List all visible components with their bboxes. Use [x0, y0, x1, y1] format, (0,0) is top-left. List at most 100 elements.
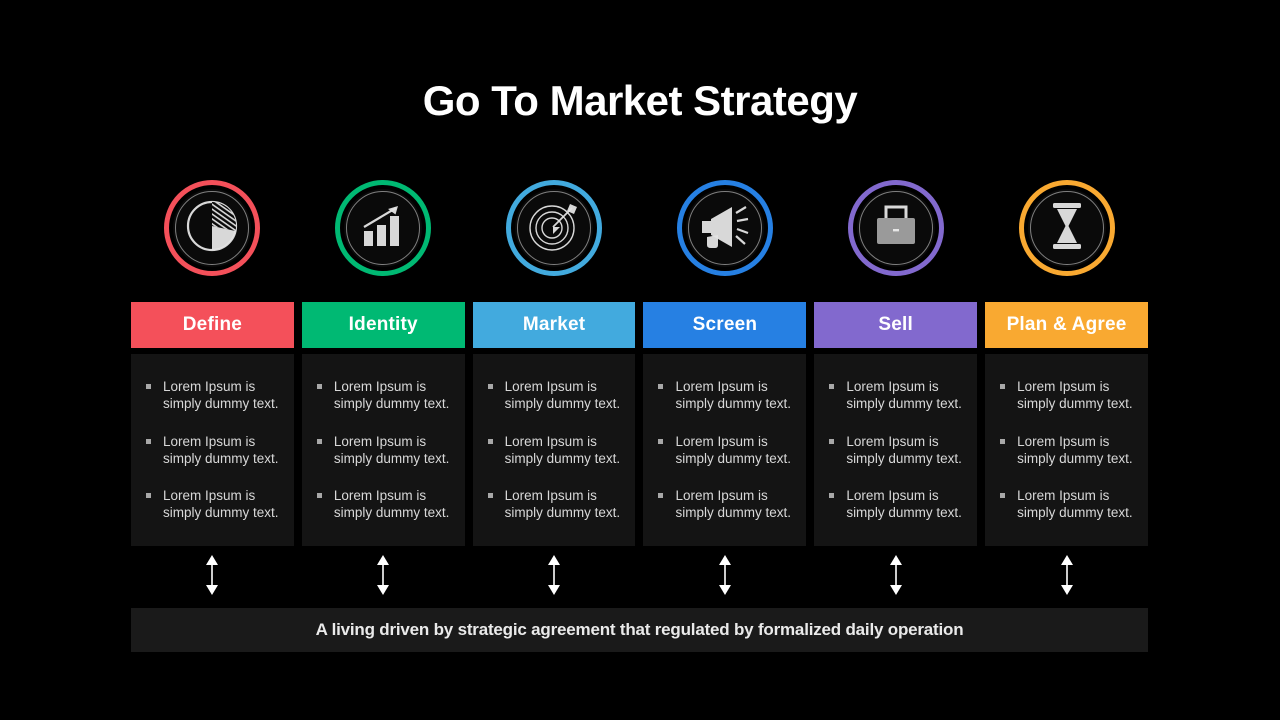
- icon-wrapper: [814, 176, 977, 280]
- briefcase-icon: [873, 204, 919, 253]
- page-title: Go To Market Strategy: [422, 77, 858, 124]
- strategy-column: Define Lorem Ipsum is simply dummy text. L…: [131, 176, 294, 608]
- square-bullet-icon: [829, 384, 835, 389]
- square-bullet-icon: [487, 493, 493, 499]
- step-icon-badge[interactable]: [847, 180, 944, 276]
- list-item: Lorem Ipsum is simply dummy text.: [487, 433, 626, 468]
- double-arrow-vertical-icon: [888, 554, 904, 600]
- strategy-column: Identity Lorem Ipsum is simply dummy text…: [301, 176, 465, 608]
- square-bullet-icon: [487, 384, 493, 389]
- strategy-column: Sell Lorem Ipsum is simply dummy text. Lor…: [814, 176, 978, 608]
- double-arrow-vertical-icon: [1059, 554, 1075, 600]
- step-icon-badge[interactable]: [676, 180, 773, 276]
- connector-wrapper: [473, 546, 636, 608]
- bullet-list: Lorem Ipsum is simply dummy text. Lorem I…: [657, 378, 796, 522]
- pie-chart-icon: [185, 199, 239, 258]
- list-item-text: Lorem Ipsum is simply dummy text.: [504, 379, 621, 412]
- banner-text: A living driven by strategic agreement t…: [315, 620, 964, 639]
- connector-wrapper: [131, 546, 294, 608]
- square-bullet-icon: [1000, 384, 1006, 389]
- icon-wrapper: [302, 176, 465, 280]
- step-icon-badge[interactable]: [1018, 180, 1115, 276]
- list-item-text: Lorem Ipsum is simply dummy text.: [1017, 379, 1133, 412]
- strategy-columns: Define Lorem Ipsum is simply dummy text. L…: [131, 176, 1148, 608]
- step-icon-badge[interactable]: [335, 180, 432, 276]
- list-item: Lorem Ipsum is simply dummy text.: [828, 433, 967, 468]
- bottom-banner: A living driven by strategic agreement t…: [131, 608, 1148, 652]
- connector-wrapper: [302, 546, 465, 608]
- connector-wrapper: [643, 546, 806, 608]
- strategy-column: Plan & Agree Lorem Ipsum is simply dummy …: [985, 176, 1148, 608]
- list-item-text: Lorem Ipsum is simply dummy text.: [163, 379, 279, 412]
- step-icon-badge[interactable]: [164, 180, 261, 276]
- list-item-text: Lorem Ipsum is simply dummy text.: [333, 379, 450, 412]
- list-item-text: Lorem Ipsum is simply dummy text.: [163, 433, 279, 466]
- list-item-text: Lorem Ipsum is simply dummy text.: [333, 433, 450, 466]
- list-item-text: Lorem Ipsum is simply dummy text.: [333, 488, 450, 521]
- list-item-text: Lorem Ipsum is simply dummy text.: [1017, 488, 1133, 521]
- column-header-plan-agree[interactable]: Plan & Agree: [985, 302, 1148, 348]
- square-bullet-icon: [1000, 493, 1006, 499]
- double-arrow-vertical-icon: [546, 554, 562, 600]
- square-bullet-icon: [316, 384, 322, 389]
- icon-wrapper: [985, 176, 1148, 280]
- double-arrow-vertical-icon: [204, 554, 220, 600]
- square-bullet-icon: [146, 438, 151, 444]
- list-item-text: Lorem Ipsum is simply dummy text.: [675, 488, 792, 521]
- column-body-panel: Lorem Ipsum is simply dummy text. Lorem I…: [301, 354, 465, 546]
- column-body-panel: Lorem Ipsum is simply dummy text. Lorem I…: [643, 354, 807, 546]
- list-item-text: Lorem Ipsum is simply dummy text.: [846, 379, 962, 412]
- square-bullet-icon: [658, 384, 664, 389]
- list-item-text: Lorem Ipsum is simply dummy text.: [846, 433, 962, 466]
- list-item: Lorem Ipsum is simply dummy text.: [999, 378, 1138, 413]
- double-arrow-vertical-icon: [375, 554, 391, 600]
- list-item: Lorem Ipsum is simply dummy text.: [487, 378, 626, 413]
- list-item-text: Lorem Ipsum is simply dummy text.: [504, 488, 621, 521]
- list-item: Lorem Ipsum is simply dummy text.: [657, 378, 796, 413]
- step-icon-badge[interactable]: [506, 180, 603, 276]
- icon-wrapper: [131, 176, 294, 280]
- column-header-sell[interactable]: Sell: [814, 302, 978, 348]
- strategy-column: Screen Lorem Ipsum is simply dummy text. L…: [643, 176, 807, 608]
- strategy-column: Market Lorem Ipsum is simply dummy text. L…: [472, 176, 636, 608]
- column-header-screen[interactable]: Screen: [643, 302, 807, 348]
- square-bullet-icon: [829, 438, 835, 444]
- list-item: Lorem Ipsum is simply dummy text.: [145, 433, 284, 468]
- column-body-panel: Lorem Ipsum is simply dummy text. Lorem I…: [131, 354, 294, 546]
- list-item: Lorem Ipsum is simply dummy text.: [316, 433, 455, 468]
- list-item: Lorem Ipsum is simply dummy text.: [828, 378, 967, 413]
- list-item-text: Lorem Ipsum is simply dummy text.: [1017, 433, 1133, 466]
- square-bullet-icon: [658, 493, 664, 499]
- double-arrow-vertical-icon: [717, 554, 733, 600]
- icon-wrapper: [643, 176, 806, 280]
- list-item: Lorem Ipsum is simply dummy text.: [145, 487, 284, 522]
- square-bullet-icon: [829, 493, 835, 499]
- bullet-list: Lorem Ipsum is simply dummy text. Lorem I…: [999, 378, 1138, 522]
- list-item: Lorem Ipsum is simply dummy text.: [316, 378, 455, 413]
- column-header-define[interactable]: Define: [131, 302, 294, 348]
- column-body-panel: Lorem Ipsum is simply dummy text. Lorem I…: [472, 354, 636, 546]
- list-item: Lorem Ipsum is simply dummy text.: [657, 433, 796, 468]
- list-item: Lorem Ipsum is simply dummy text.: [657, 487, 796, 522]
- list-item-text: Lorem Ipsum is simply dummy text.: [675, 433, 792, 466]
- square-bullet-icon: [146, 384, 151, 389]
- column-header-identity[interactable]: Identity: [301, 302, 465, 348]
- bullet-list: Lorem Ipsum is simply dummy text. Lorem I…: [487, 378, 626, 522]
- list-item-text: Lorem Ipsum is simply dummy text.: [163, 488, 279, 521]
- list-item: Lorem Ipsum is simply dummy text.: [145, 378, 284, 413]
- square-bullet-icon: [146, 493, 151, 499]
- list-item: Lorem Ipsum is simply dummy text.: [999, 433, 1138, 468]
- hourglass-icon: [1047, 201, 1087, 256]
- bullet-list: Lorem Ipsum is simply dummy text. Lorem I…: [145, 378, 284, 522]
- square-bullet-icon: [316, 493, 322, 499]
- list-item-text: Lorem Ipsum is simply dummy text.: [846, 488, 962, 521]
- target-arrow-icon: [526, 198, 582, 259]
- column-header-market[interactable]: Market: [472, 302, 636, 348]
- list-item: Lorem Ipsum is simply dummy text.: [999, 487, 1138, 522]
- square-bullet-icon: [487, 438, 493, 444]
